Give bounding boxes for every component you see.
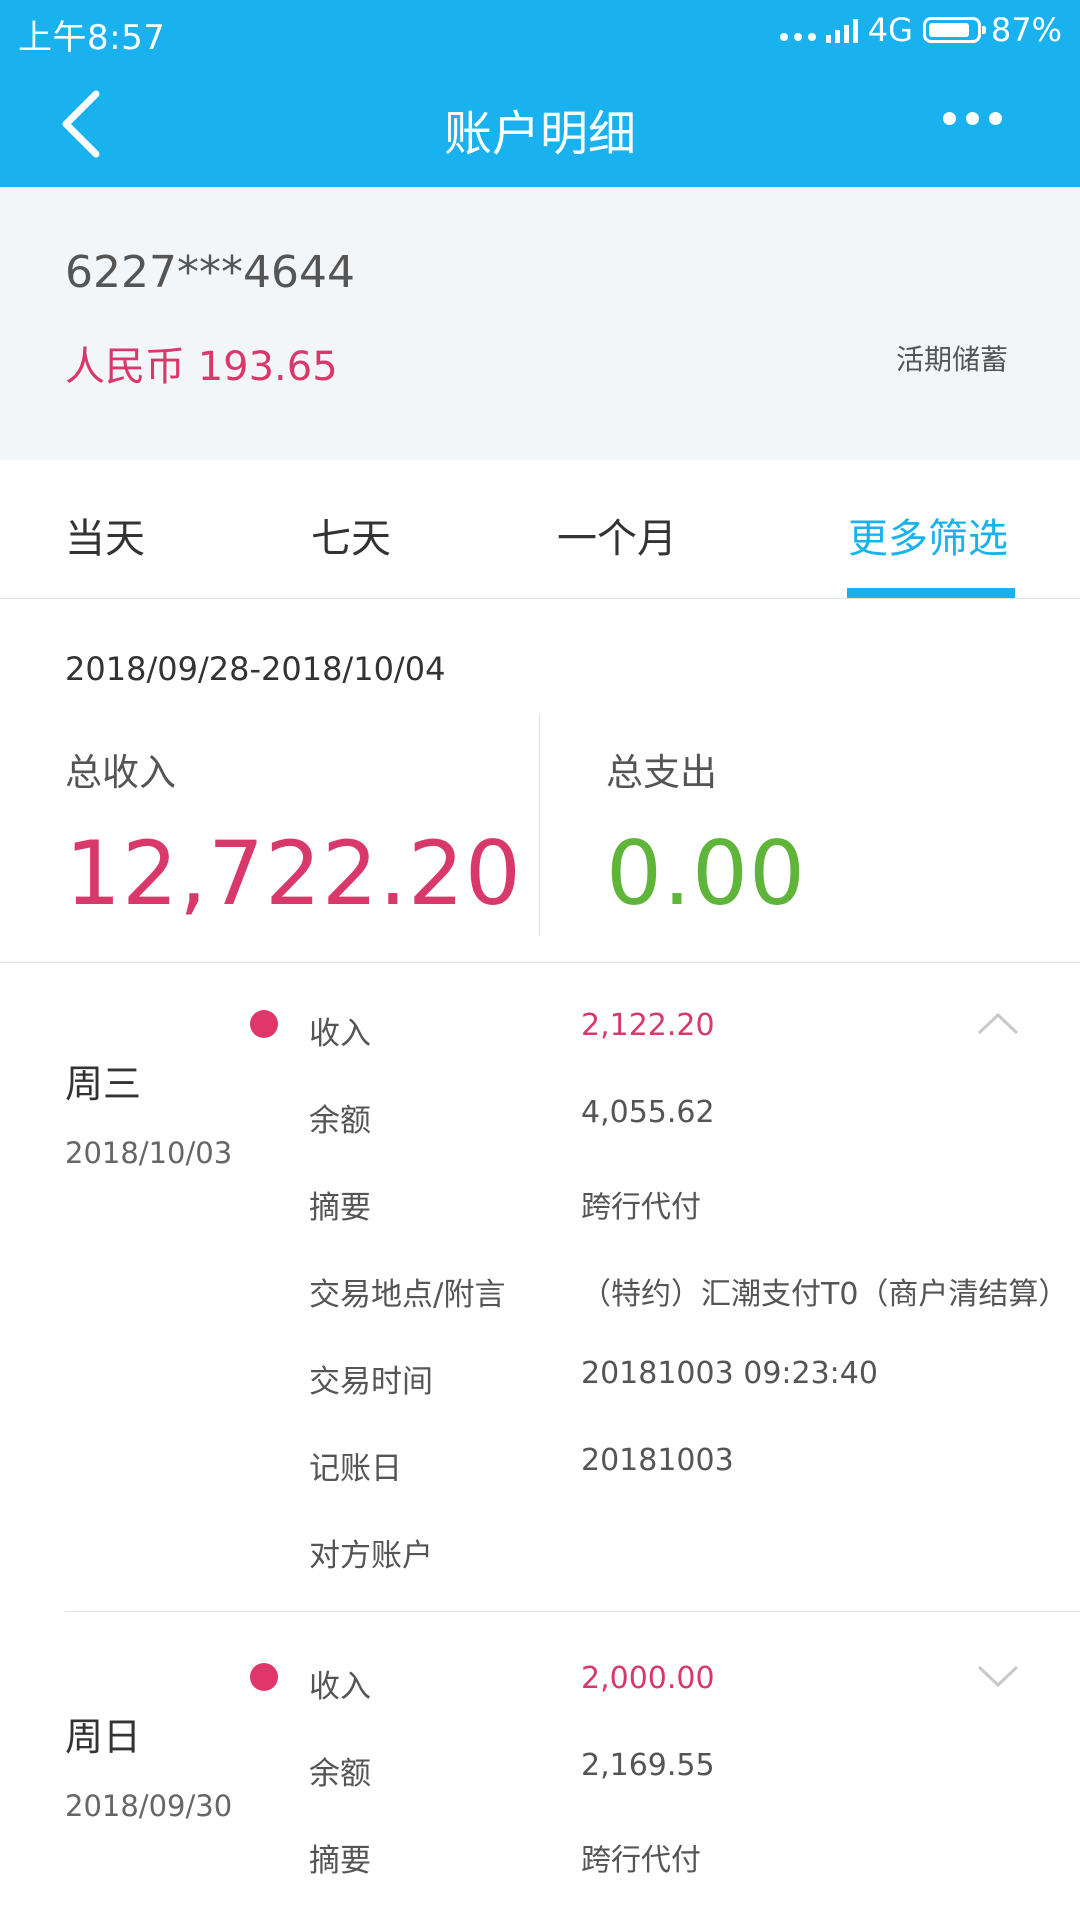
detail-label: 余额 [309, 1756, 371, 1792]
battery-percent: 87% [990, 11, 1062, 49]
tab-active-indicator [847, 588, 1015, 598]
detail-label: 记账日 [309, 1451, 402, 1487]
detail-value: 20181003 09:23:40 [581, 1356, 878, 1391]
detail-value: 4,055.62 [581, 1095, 715, 1130]
detail-row-time: 交易时间 20181003 09:23:40 [0, 1356, 1080, 1406]
tab-one-month[interactable]: 一个月 [557, 506, 677, 564]
detail-row-summary: 摘要 跨行代付 [0, 1835, 1080, 1885]
top-bar: 上午8:57 4G 87% 账户明细 [0, 0, 1080, 187]
detail-label: 交易地点/附言 [309, 1277, 506, 1313]
status-indicators: 4G 87% [779, 8, 1062, 52]
battery-icon [922, 17, 986, 43]
account-balance: 人民币 193.65 [65, 344, 338, 390]
summary-bottom-divider [0, 962, 1080, 963]
tab-seven-days[interactable]: 七天 [311, 506, 391, 564]
detail-label: 摘要 [309, 1843, 371, 1879]
detail-row-income: 收入 2,122.20 [0, 1008, 1080, 1058]
notification-dots-icon [779, 19, 816, 41]
detail-row-summary: 摘要 跨行代付 [0, 1182, 1080, 1232]
date-range: 2018/09/28-2018/10/04 [65, 650, 446, 688]
detail-row-location: 交易地点/附言 （特约）汇潮支付T0（商户清结算） [0, 1269, 1080, 1319]
income-label: 总收入 [65, 751, 176, 794]
income-total: 12,722.20 [65, 822, 522, 925]
network-type: 4G [867, 11, 913, 49]
detail-value: 跨行代付 [581, 1190, 701, 1225]
tab-more-filters[interactable]: 更多筛选 [848, 506, 1008, 564]
status-bar: 上午8:57 4G 87% [0, 0, 1080, 62]
transaction-divider [65, 1611, 1080, 1612]
detail-row-counterparty: 对方账户 [0, 1530, 1080, 1580]
app-bar: 账户明细 [0, 62, 1080, 187]
detail-row-balance: 余额 4,055.62 [0, 1095, 1080, 1145]
filter-tabs: 当天 七天 一个月 更多筛选 [0, 460, 1080, 599]
detail-value: 2,122.20 [581, 1008, 715, 1043]
more-button[interactable] [943, 112, 1002, 125]
detail-row-posting-date: 记账日 20181003 [0, 1443, 1080, 1493]
detail-value: （特约）汇潮支付T0（商户清结算） [581, 1277, 1069, 1312]
signal-icon [825, 17, 858, 43]
status-time: 上午8:57 [18, 18, 166, 58]
account-card: 6227***4644 人民币 193.65 活期储蓄 [0, 187, 1080, 460]
page-title: 账户明细 [443, 106, 636, 162]
detail-label: 交易时间 [309, 1364, 433, 1400]
detail-row-balance: 余额 2,169.55 [0, 1748, 1080, 1798]
detail-label: 摘要 [309, 1190, 371, 1226]
detail-value: 2,169.55 [581, 1748, 715, 1783]
account-number: 6227***4644 [65, 247, 355, 298]
expense-total: 0.00 [606, 822, 806, 925]
detail-label: 余额 [309, 1103, 371, 1139]
detail-label: 收入 [309, 1669, 371, 1705]
expense-label: 总支出 [606, 751, 717, 794]
account-type: 活期储蓄 [895, 343, 1008, 376]
tab-today[interactable]: 当天 [65, 506, 145, 564]
detail-label: 对方账户 [309, 1538, 433, 1574]
screen: 上午8:57 4G 87% 账户明细 6227***4644 人民币 193.6… [0, 0, 1080, 1920]
detail-value: 2,000.00 [581, 1661, 715, 1696]
more-dots-icon [943, 112, 1002, 125]
summary-divider [539, 714, 540, 936]
detail-label: 收入 [309, 1016, 371, 1052]
detail-row-income: 收入 2,000.00 [0, 1661, 1080, 1711]
detail-value: 20181003 [581, 1443, 734, 1478]
detail-value: 跨行代付 [581, 1843, 701, 1878]
